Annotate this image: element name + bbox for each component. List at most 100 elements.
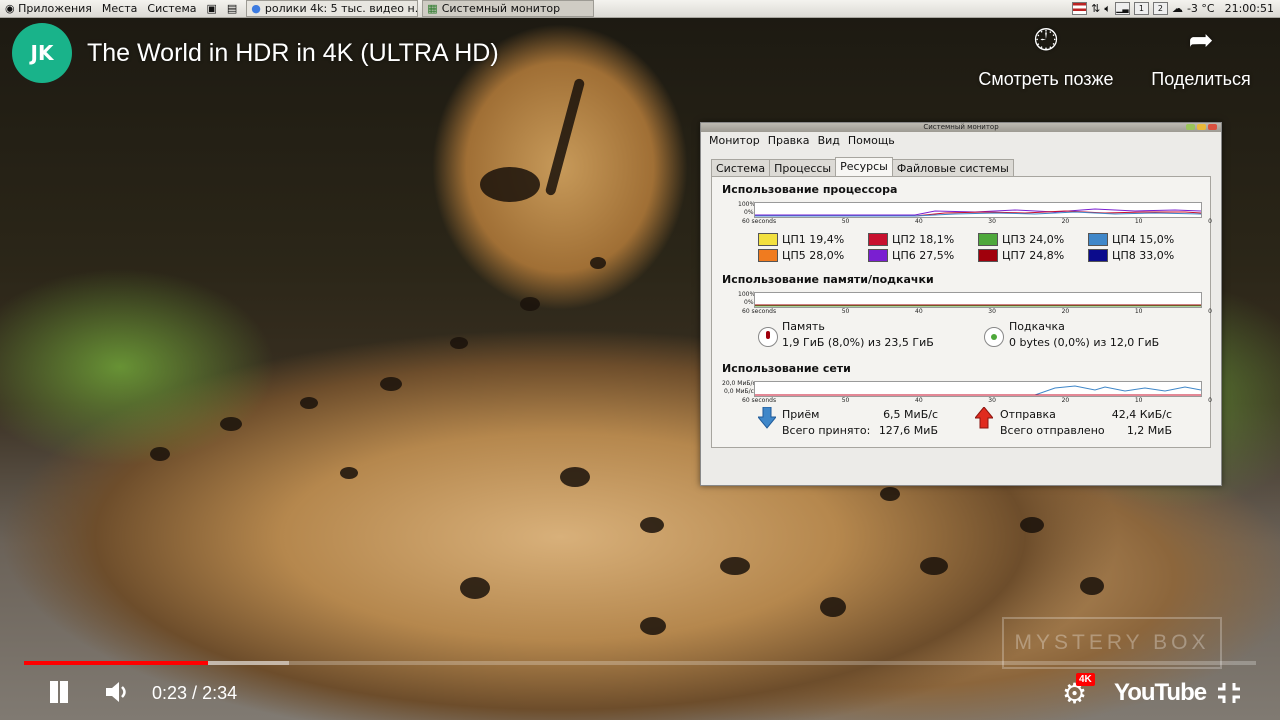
network-x-tick: 10	[1134, 397, 1143, 404]
cpu-history-graph	[754, 202, 1202, 218]
youtube-logo[interactable]: YouTube	[1114, 679, 1207, 707]
cpu-core-item: ЦП3 24,0%	[978, 232, 1088, 246]
volume-icon[interactable]: 🔈︎	[1104, 2, 1111, 16]
memory-x-tick: 30	[988, 308, 996, 315]
memory-x-tick: 10	[1134, 308, 1143, 315]
share-button[interactable]: ➦ Поделиться	[1142, 17, 1260, 90]
system-monitor-window: Системный монитор Монитор Правка Вид Пом…	[700, 122, 1222, 486]
cpu-color-swatch[interactable]	[1088, 248, 1108, 262]
memory-x-tick: 20	[1061, 308, 1070, 315]
pause-button[interactable]	[46, 679, 72, 705]
cpu-color-swatch[interactable]	[868, 248, 888, 262]
mute-button[interactable]	[104, 679, 130, 705]
file-manager-launcher-icon[interactable]: ▣	[201, 0, 221, 17]
upload-arrow-svg	[973, 406, 995, 429]
share-label: Поделиться	[1151, 69, 1251, 89]
menu-applications[interactable]: ◉ Приложения	[0, 0, 97, 17]
download-arrow-shape	[756, 406, 778, 429]
tab-processes[interactable]: Процессы	[769, 159, 837, 177]
tab-filesystems[interactable]: Файловые системы	[891, 159, 1014, 177]
cpu-core-item: ЦП1 19,4%	[758, 232, 868, 246]
chrome-icon: ●	[251, 2, 261, 15]
network-x-tick: 60 seconds	[742, 397, 777, 404]
memory-axis-top: 100%	[738, 291, 756, 298]
memory-x-tick: 50	[841, 308, 850, 315]
speaker-icon	[106, 682, 126, 702]
gnome-foot-icon: ◉	[5, 2, 15, 15]
memory-value: 1,9 ГиБ (8,0%) из 23,5 ГиБ	[782, 336, 934, 349]
cpu-x-tick: 30	[988, 218, 996, 225]
recv-value: 6,5 МиБ/с	[883, 408, 938, 421]
close-icon[interactable]	[1208, 124, 1217, 130]
send-label: Отправка	[1000, 408, 1056, 421]
recv-labels: Приём Всего принято:	[782, 407, 870, 439]
memory-x-axis: 60 seconds 50 40 30 20 10 0	[742, 308, 1212, 315]
channel-logo[interactable]: JK	[12, 23, 72, 83]
cpu-color-swatch[interactable]	[978, 232, 998, 246]
send-values: 42,4 КиБ/с 1,2 МиБ	[1092, 407, 1172, 439]
cpu-color-swatch[interactable]	[758, 248, 778, 262]
menu-monitor[interactable]: Монитор	[709, 132, 760, 149]
network-x-tick: 30	[988, 397, 996, 404]
network-icon[interactable]: ⇅	[1091, 2, 1100, 15]
menu-view[interactable]: Вид	[818, 132, 840, 149]
send-value: 42,4 КиБ/с	[1111, 408, 1172, 421]
player-controls: 0:23 / 2:34 ⚙ 4K YouTube	[0, 669, 1280, 717]
workspace-1-icon[interactable]: 1	[1133, 2, 1149, 15]
system-tray: ⇅ 🔈︎ ▁▃ 1 2 ☁ -3 °C 21:00:51	[1072, 2, 1280, 16]
window-title: Системный монитор	[923, 123, 999, 131]
menu-edit[interactable]: Правка	[768, 132, 810, 149]
cpu-color-swatch[interactable]	[868, 232, 888, 246]
cpu-legend: ЦП1 19,4% ЦП2 18,1% ЦП3 24,0% ЦП4 15,0% …	[758, 232, 1198, 262]
cpu-color-swatch[interactable]	[758, 232, 778, 246]
weather-temperature[interactable]: -3 °C	[1187, 2, 1215, 15]
video-player[interactable]: JK The World in HDR in 4K (ULTRA HD) 🕘︎ …	[0, 17, 1280, 720]
video-title[interactable]: The World in HDR in 4K (ULTRA HD)	[87, 39, 499, 68]
watch-later-button[interactable]: 🕘︎ Смотреть позже	[966, 17, 1126, 90]
menu-applications-label: Приложения	[18, 2, 92, 15]
menu-system[interactable]: Система	[142, 0, 201, 17]
window-titlebar[interactable]: Системный монитор	[701, 123, 1221, 132]
minimize-icon[interactable]	[1186, 124, 1195, 130]
cpu-color-swatch[interactable]	[978, 248, 998, 262]
recv-label: Приём	[782, 408, 820, 421]
taskbar-browser[interactable]: ● ролики 4k: 5 тыс. видео н...	[246, 0, 419, 17]
swap-pie-icon[interactable]	[984, 327, 1004, 347]
cpu-x-tick: 50	[841, 218, 850, 225]
swap-value: 0 bytes (0,0%) из 12,0 ГиБ	[1009, 336, 1160, 349]
speaker-shape	[106, 682, 119, 702]
tab-system[interactable]: Система	[711, 159, 771, 177]
text-editor-launcher-icon[interactable]: ▤	[222, 0, 242, 17]
download-arrow-icon[interactable]	[756, 406, 778, 429]
memory-stat: Память 1,9 ГиБ (8,0%) из 23,5 ГиБ	[782, 319, 934, 351]
progress-played	[24, 661, 208, 665]
maximize-icon[interactable]	[1197, 124, 1206, 130]
memory-pie-icon[interactable]	[758, 327, 778, 347]
clock[interactable]: 21:00:51	[1225, 2, 1274, 15]
cpu-core-label: ЦП6 27,5%	[892, 248, 955, 262]
cpu-x-tick: 60 seconds	[742, 218, 777, 225]
memory-axis-bottom: 0%	[744, 299, 754, 306]
tab-resources[interactable]: Ресурсы	[835, 157, 893, 177]
taskbar-system-monitor[interactable]: ▦ Системный монитор	[422, 0, 595, 17]
time-separator: /	[187, 683, 203, 703]
network-x-tick: 50	[841, 397, 850, 404]
video-progress-bar[interactable]	[24, 661, 1256, 665]
weather-icon[interactable]: ☁	[1172, 2, 1183, 15]
fullscreen-button[interactable]	[1216, 681, 1242, 705]
cpu-x-axis: 60 seconds 50 40 30 20 10 0	[742, 218, 1212, 225]
menu-places[interactable]: Места	[97, 0, 142, 17]
workspace-2-icon[interactable]: 2	[1152, 2, 1168, 15]
cpu-core-label: ЦП8 33,0%	[1112, 248, 1175, 262]
upload-arrow-icon[interactable]	[973, 406, 995, 429]
time-display: 0:23 / 2:34	[152, 683, 237, 704]
keyboard-layout-flag-icon[interactable]	[1072, 2, 1088, 15]
speaker-wave	[121, 686, 126, 698]
menu-help[interactable]: Помощь	[848, 132, 895, 149]
cpu-core-item: ЦП8 33,0%	[1088, 248, 1198, 262]
cpu-color-swatch[interactable]	[1088, 232, 1108, 246]
pause-bar-left	[50, 681, 58, 703]
cpu-axis-bottom: 0%	[744, 209, 754, 216]
watch-later-label: Смотреть позже	[978, 69, 1114, 89]
cpu-graph-icon[interactable]: ▁▃	[1114, 2, 1130, 15]
